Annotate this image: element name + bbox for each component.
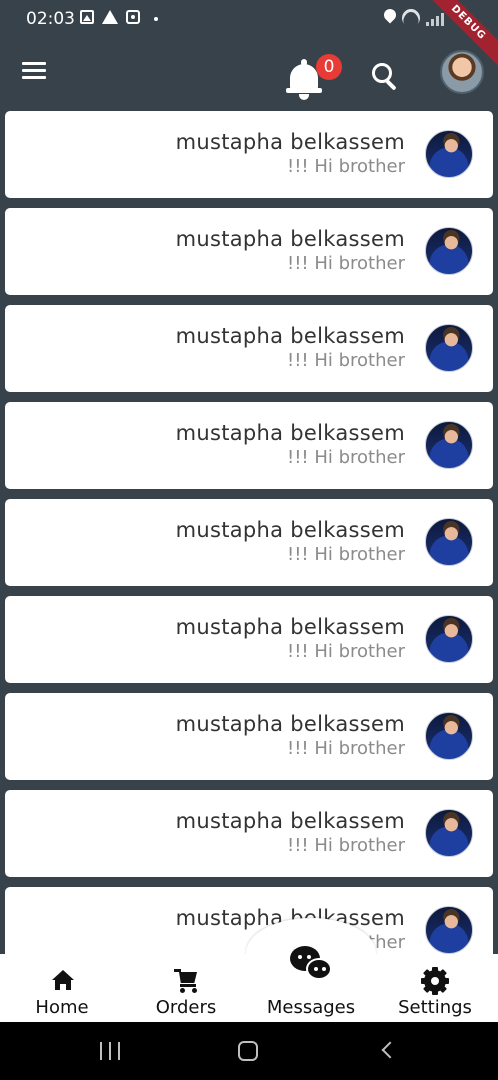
chat-last-message: !!! Hi brother bbox=[286, 350, 405, 371]
wifi-icon bbox=[398, 5, 424, 31]
nav-messages-label: Messages bbox=[266, 997, 356, 1018]
nav-settings-label: Settings bbox=[398, 997, 472, 1018]
status-bar: 02:03 DEBUG bbox=[0, 0, 498, 72]
gear-icon bbox=[421, 967, 449, 995]
nav-orders-label: Orders bbox=[155, 997, 217, 1018]
nav-home[interactable]: Home bbox=[22, 954, 102, 1022]
contact-avatar bbox=[425, 906, 473, 954]
contact-avatar bbox=[425, 130, 473, 178]
contact-avatar bbox=[425, 421, 473, 469]
contact-avatar bbox=[425, 712, 473, 760]
contact-avatar bbox=[425, 615, 473, 663]
chat-contact-name: mustapha belkassem bbox=[175, 712, 405, 736]
cart-icon bbox=[174, 969, 200, 993]
chat-contact-name: mustapha belkassem bbox=[175, 518, 405, 542]
contact-avatar bbox=[425, 227, 473, 275]
back-icon[interactable] bbox=[381, 1041, 399, 1059]
notification-dot-icon bbox=[154, 17, 158, 21]
chat-contact-name: mustapha belkassem bbox=[175, 324, 405, 348]
chat-list-item[interactable]: mustapha belkassem !!! Hi brother bbox=[5, 693, 493, 780]
signal-icon bbox=[426, 12, 444, 26]
gallery-icon bbox=[80, 10, 94, 24]
nav-messages[interactable]: Messages bbox=[256, 946, 366, 1022]
home-icon bbox=[52, 970, 74, 990]
contact-avatar bbox=[425, 809, 473, 857]
app-bar bbox=[0, 38, 498, 104]
chat-list-item[interactable]: mustapha belkassem !!! Hi brother bbox=[5, 111, 493, 198]
nav-settings[interactable]: Settings bbox=[390, 954, 480, 1022]
chat-contact-name: mustapha belkassem bbox=[175, 227, 405, 251]
location-icon bbox=[381, 6, 399, 24]
screen-record-icon bbox=[126, 10, 140, 24]
chat-list-item[interactable]: mustapha belkassem !!! Hi brother bbox=[5, 499, 493, 586]
contact-avatar bbox=[425, 518, 473, 566]
chat-last-message: !!! Hi brother bbox=[286, 156, 405, 177]
notification-count-badge: 0 bbox=[316, 54, 342, 80]
menu-icon[interactable] bbox=[22, 62, 46, 80]
chat-bubbles-icon bbox=[290, 946, 334, 986]
contact-avatar bbox=[425, 324, 473, 372]
chat-list-item[interactable]: mustapha belkassem !!! Hi brother bbox=[5, 208, 493, 295]
chat-last-message: !!! Hi brother bbox=[286, 738, 405, 759]
nav-home-label: Home bbox=[35, 997, 89, 1018]
chat-list-item[interactable]: mustapha belkassem !!! Hi brother bbox=[5, 596, 493, 683]
chat-contact-name: mustapha belkassem bbox=[175, 615, 405, 639]
chat-list-item[interactable]: mustapha belkassem !!! Hi brother bbox=[5, 790, 493, 877]
chat-last-message: !!! Hi brother bbox=[286, 253, 405, 274]
chat-contact-name: mustapha belkassem bbox=[175, 130, 405, 154]
profile-avatar[interactable] bbox=[440, 50, 484, 94]
chat-contact-name: mustapha belkassem bbox=[175, 421, 405, 445]
warning-icon bbox=[102, 10, 118, 24]
nav-orders[interactable]: Orders bbox=[146, 954, 226, 1022]
chat-list-item[interactable]: mustapha belkassem !!! Hi brother bbox=[5, 402, 493, 489]
chat-last-message: !!! Hi brother bbox=[286, 447, 405, 468]
system-navigation-bar bbox=[0, 1022, 498, 1080]
chat-list-item[interactable]: mustapha belkassem !!! Hi brother bbox=[5, 305, 493, 392]
home-button-icon[interactable] bbox=[238, 1041, 258, 1061]
chat-last-message: !!! Hi brother bbox=[286, 544, 405, 565]
status-time: 02:03 bbox=[26, 9, 75, 29]
chat-list: mustapha belkassem !!! Hi brother mustap… bbox=[0, 104, 498, 954]
chat-contact-name: mustapha belkassem bbox=[175, 809, 405, 833]
chat-last-message: !!! Hi brother bbox=[286, 835, 405, 856]
search-icon[interactable] bbox=[372, 63, 400, 91]
recents-icon[interactable] bbox=[100, 1042, 120, 1060]
chat-last-message: !!! Hi brother bbox=[286, 641, 405, 662]
